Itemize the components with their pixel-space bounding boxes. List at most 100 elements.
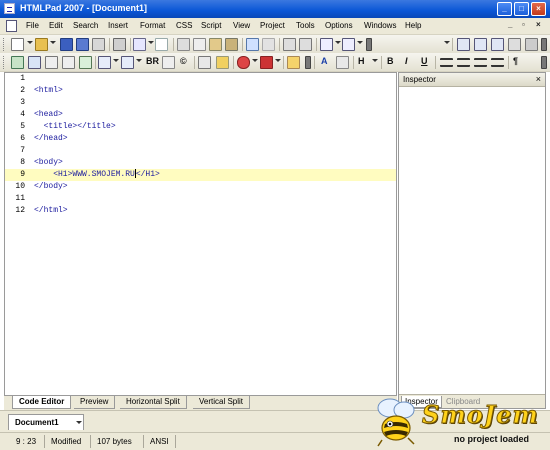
code-editor[interactable]: 1 2 <html> 3 4 <head> 5 <title></title> 6 <… <box>4 72 397 396</box>
inspector-header: Inspector × <box>399 73 545 87</box>
menu-css[interactable]: CSS <box>176 21 192 30</box>
cut-icon[interactable] <box>177 38 190 51</box>
insert-br-button[interactable]: BR <box>146 56 159 66</box>
align-right-icon[interactable] <box>474 58 487 67</box>
outdent-icon[interactable] <box>283 38 296 51</box>
underline-button[interactable]: U <box>421 56 428 66</box>
insert-link-icon[interactable] <box>11 56 24 69</box>
toolbar-separator <box>435 56 436 69</box>
insert-hr-icon[interactable] <box>45 56 58 69</box>
undo-icon[interactable] <box>246 38 259 51</box>
mdi-close-icon[interactable]: × <box>536 20 541 29</box>
find-in-files-icon[interactable] <box>508 38 521 51</box>
window-layout-icon[interactable] <box>320 38 333 51</box>
open-folder-icon[interactable] <box>35 38 48 51</box>
menu-file[interactable]: File <box>26 21 39 30</box>
menu-options[interactable]: Options <box>325 21 353 30</box>
indent-icon[interactable] <box>299 38 312 51</box>
toolbar-chevron-icon[interactable] <box>366 38 372 51</box>
insert-form-icon[interactable] <box>121 56 134 69</box>
open-dropdown-icon[interactable] <box>50 41 56 44</box>
line-number: 12 <box>15 206 25 215</box>
tab-vertical-split[interactable]: Vertical Split <box>193 396 251 409</box>
insert-anchor-icon[interactable] <box>79 56 92 69</box>
panel-icon[interactable] <box>342 38 355 51</box>
tab-code-editor[interactable]: Code Editor <box>12 396 72 409</box>
tab-preview[interactable]: Preview <box>74 396 116 409</box>
search-combo-dropdown-icon[interactable] <box>444 41 450 44</box>
document-icon[interactable] <box>6 20 17 32</box>
menu-script[interactable]: Script <box>201 21 221 30</box>
tab-horizontal-split[interactable]: Horizontal Split <box>120 396 187 409</box>
menu-edit[interactable]: Edit <box>49 21 63 30</box>
mdi-restore-icon[interactable]: ▫ <box>522 20 525 29</box>
code-text: <html> <box>34 86 63 95</box>
heading-button[interactable]: H <box>358 56 365 66</box>
replace-icon[interactable] <box>474 38 487 51</box>
spellcheck-icon[interactable] <box>155 38 168 51</box>
menu-insert[interactable]: Insert <box>108 21 128 30</box>
close-button[interactable]: × <box>531 2 546 16</box>
font-size-icon[interactable] <box>336 56 349 69</box>
menu-format[interactable]: Format <box>140 21 165 30</box>
preview-dropdown-icon[interactable] <box>148 41 154 44</box>
toolbar-chevron-icon[interactable] <box>305 56 311 69</box>
menu-project[interactable]: Project <box>260 21 285 30</box>
goto-icon[interactable] <box>525 38 538 51</box>
bold-button[interactable]: B <box>387 56 394 66</box>
insert-list-icon[interactable] <box>62 56 75 69</box>
table-dropdown-icon[interactable] <box>113 59 119 62</box>
maximize-button[interactable]: □ <box>514 2 529 16</box>
save-all-icon[interactable] <box>76 38 89 51</box>
style-wizard-icon[interactable] <box>287 56 300 69</box>
line-number: 4 <box>20 110 25 119</box>
italic-button[interactable]: I <box>405 56 408 66</box>
new-dropdown-icon[interactable] <box>27 41 33 44</box>
color-picker-icon[interactable] <box>237 56 250 69</box>
find-icon[interactable] <box>457 38 470 51</box>
toolbar-separator <box>279 38 280 51</box>
font-button[interactable]: A <box>321 56 328 66</box>
menu-search[interactable]: Search <box>73 21 98 30</box>
preview-icon[interactable] <box>133 38 146 51</box>
menu-help[interactable]: Help <box>405 21 421 30</box>
insert-table-icon[interactable] <box>98 56 111 69</box>
print-icon[interactable] <box>113 38 126 51</box>
minimize-button[interactable]: _ <box>497 2 512 16</box>
form-dropdown-icon[interactable] <box>136 59 142 62</box>
menu-view[interactable]: View <box>233 21 250 30</box>
color-dropdown-icon[interactable] <box>252 59 258 62</box>
code-text: <head> <box>34 110 63 119</box>
close-file-icon[interactable] <box>92 38 105 51</box>
document-tab[interactable]: Document1 <box>8 414 84 430</box>
copyright-icon[interactable]: © <box>180 56 187 66</box>
menu-windows[interactable]: Windows <box>364 21 396 30</box>
comment-icon[interactable] <box>198 56 211 69</box>
toolbar-end-chevron-icon[interactable] <box>541 38 547 51</box>
text-color-dropdown-icon[interactable] <box>275 59 281 62</box>
insert-image-icon[interactable] <box>28 56 41 69</box>
save-icon[interactable] <box>60 38 73 51</box>
menu-tools[interactable]: Tools <box>296 21 315 30</box>
paragraph-mark-icon[interactable]: ¶ <box>513 56 518 66</box>
toolbar-end-chevron-icon[interactable] <box>541 56 547 69</box>
toolbar-separator <box>508 56 509 69</box>
highlight-icon[interactable] <box>216 56 229 69</box>
paste-icon[interactable] <box>209 38 222 51</box>
copy-icon[interactable] <box>193 38 206 51</box>
align-left-icon[interactable] <box>440 58 453 67</box>
mdi-minimize-icon[interactable]: _ <box>508 20 512 29</box>
insert-paragraph-icon[interactable] <box>162 56 175 69</box>
align-center-icon[interactable] <box>457 58 470 67</box>
panel-dropdown-icon[interactable] <box>357 41 363 44</box>
toolbar-separator <box>173 38 174 51</box>
close-icon[interactable]: × <box>536 74 541 84</box>
find-next-icon[interactable] <box>491 38 504 51</box>
new-file-icon[interactable] <box>11 38 24 51</box>
redo-icon[interactable] <box>262 38 275 51</box>
heading-dropdown-icon[interactable] <box>372 59 378 62</box>
align-justify-icon[interactable] <box>491 58 504 67</box>
layout-dropdown-icon[interactable] <box>335 41 341 44</box>
text-color-icon[interactable] <box>260 56 273 69</box>
paste-special-icon[interactable] <box>225 38 238 51</box>
